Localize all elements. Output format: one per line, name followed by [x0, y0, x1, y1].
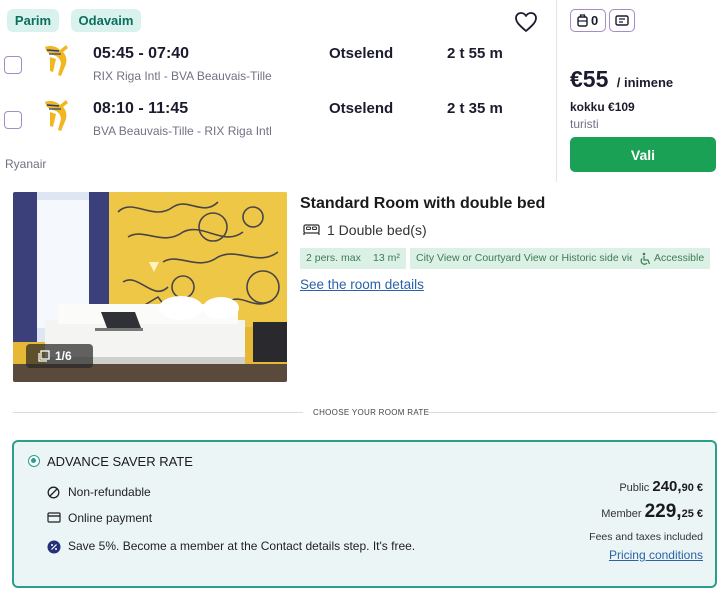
rate-condition-text: Non-refundable: [68, 485, 151, 499]
room-title: Standard Room with double bed: [300, 195, 546, 212]
gallery-icon: [38, 350, 50, 362]
rate-name: ADVANCE SAVER RATE: [47, 454, 193, 469]
select-flight-button[interactable]: Vali: [570, 137, 716, 172]
photo-counter-text: 1/6: [55, 349, 72, 363]
public-price-label: Public: [619, 482, 650, 494]
no-refund-icon: [47, 486, 60, 499]
price-unit: / inimene: [616, 75, 674, 90]
bed-icon: [303, 224, 320, 235]
checked-bag-icon: [615, 15, 629, 26]
leg-duration: 2 t 35 m: [447, 100, 503, 117]
flight-leg-return: 08:10 - 11:45 BVA Beauvais-Tille - RIX R…: [0, 97, 556, 147]
rate-separator-right: [425, 412, 717, 413]
price-total: kokku €109: [570, 100, 635, 114]
airline-name: Ryanair: [5, 157, 47, 171]
cabin-bag-badge[interactable]: 0: [570, 9, 606, 32]
member-promo-text: Save 5%. Become a member at the Contact …: [68, 539, 416, 553]
member-price: Member 229,25 €: [601, 501, 703, 523]
room-details-link[interactable]: See the room details: [300, 277, 424, 292]
public-price: Public 240,90 €: [619, 478, 703, 495]
discount-badge-icon: [47, 540, 61, 554]
flight-leg-outbound: 05:45 - 07:40 RIX Riga Intl - BVA Beauva…: [0, 42, 556, 92]
ryanair-logo-icon: [45, 45, 68, 76]
leg-route: RIX Riga Intl - BVA Beauvais-Tille: [93, 69, 272, 83]
leg-times: 08:10 - 11:45: [93, 100, 189, 117]
feature-chip-view: City View or Courtyard View or Historic …: [410, 248, 649, 269]
bed-text: 1 Double bed(s): [327, 222, 427, 238]
rate-condition-text: Online payment: [68, 511, 153, 525]
rate-separator-left: [13, 412, 303, 413]
rate-section-heading: CHOOSE YOUR ROOM RATE: [313, 408, 430, 417]
member-price-cents: 25 €: [681, 508, 703, 520]
price-amount: €55: [570, 66, 609, 92]
vertical-divider: [556, 0, 557, 182]
rate-option[interactable]: ADVANCE SAVER RATE Non-refundable Online…: [12, 440, 717, 588]
member-price-label: Member: [601, 508, 642, 520]
best-tag: Parim: [7, 9, 59, 32]
accessible-icon: [640, 252, 651, 265]
public-price-cents: 90 €: [681, 482, 703, 494]
member-price-amount: 229,: [644, 501, 682, 522]
leg-type: Otselend: [329, 100, 394, 117]
leg-route: BVA Beauvais-Tille - RIX Riga Intl: [93, 124, 272, 138]
cabin-bag-icon: [577, 14, 588, 27]
ryanair-logo-icon: [45, 100, 68, 131]
rate-radio[interactable]: [28, 455, 40, 467]
room-photo[interactable]: 1/6: [13, 192, 287, 382]
checked-bag-badge[interactable]: [609, 9, 635, 32]
leg-type: Otselend: [329, 45, 394, 62]
pricing-conditions-link[interactable]: Pricing conditions: [609, 548, 703, 562]
feature-chip-accessible: Accessible: [632, 248, 711, 269]
cheapest-tag: Odavaim: [71, 9, 141, 32]
feature-chip-capacity: 2 pers. max: [300, 248, 367, 269]
photo-counter[interactable]: 1/6: [26, 344, 93, 368]
fare-class: turisti: [570, 117, 599, 131]
leg-checkbox[interactable]: [4, 56, 22, 74]
leg-checkbox[interactable]: [4, 111, 22, 129]
leg-times: 05:45 - 07:40: [93, 45, 190, 62]
feature-chip-size: 13 m²: [367, 248, 406, 269]
favorite-heart-icon[interactable]: [514, 11, 538, 33]
cabin-bag-count: 0: [591, 13, 599, 28]
leg-duration: 2 t 55 m: [447, 45, 503, 62]
feature-chip-accessible-label: Accessible: [654, 252, 705, 264]
fees-note: Fees and taxes included: [589, 531, 703, 543]
flight-card: Parim Odavaim 05:45 - 07:40 RIX Riga Int…: [0, 0, 725, 182]
public-price-amount: 240,: [652, 478, 682, 495]
flight-price: €55 / inimene: [570, 66, 673, 93]
credit-card-icon: [47, 512, 61, 523]
